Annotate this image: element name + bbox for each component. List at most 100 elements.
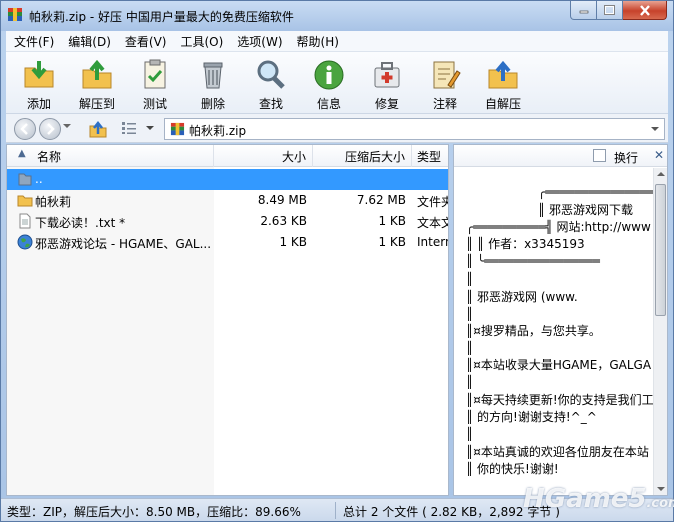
find-button[interactable]: 查找 bbox=[242, 52, 300, 112]
repair-button[interactable]: 修复 bbox=[358, 52, 416, 112]
internet-shortcut-icon bbox=[17, 234, 33, 250]
extract-to-button[interactable]: 解压到 bbox=[68, 52, 126, 112]
menu-bar: 文件(F) 编辑(D) 查看(V) 工具(O) 选项(W) 帮助(H) bbox=[6, 31, 668, 52]
file-row-folder[interactable]: 帕秋莉 8.49 MB 7.62 MB 文件夹 bbox=[7, 190, 448, 211]
file-size: 8.49 MB bbox=[257, 193, 307, 207]
view-mode-icon[interactable] bbox=[121, 121, 137, 135]
find-icon bbox=[257, 60, 285, 89]
app-window: 帕秋莉.zip - 好压 中国用户量最大的免费压缩软件 文件(F) 编辑(D) … bbox=[0, 0, 674, 522]
scroll-up-icon[interactable] bbox=[657, 172, 665, 176]
file-name: .. bbox=[35, 172, 43, 186]
file-compressed-size: 1 KB bbox=[378, 214, 406, 228]
address-bar: 帕秋莉.zip bbox=[6, 114, 668, 143]
extract-label: 解压到 bbox=[78, 97, 115, 111]
site-watermark: HGame5.com bbox=[523, 484, 674, 514]
file-type: Internet bbox=[417, 235, 448, 249]
comment-icon bbox=[433, 61, 461, 89]
minimize-icon bbox=[579, 10, 588, 14]
column-type[interactable]: 类型 bbox=[412, 145, 448, 167]
menu-view[interactable]: 查看(V) bbox=[118, 33, 174, 50]
preview-line: ║ 的方向!谢谢支持!^_^ bbox=[466, 410, 597, 424]
preview-line: ║ bbox=[466, 307, 474, 321]
status-separator bbox=[335, 502, 336, 519]
arrow-right-icon bbox=[47, 123, 55, 135]
close-icon bbox=[639, 4, 650, 16]
file-size: 2.63 KB bbox=[260, 214, 307, 228]
preview-line: ║ ╰════════════════ bbox=[466, 254, 600, 268]
history-dropdown-icon[interactable] bbox=[63, 124, 71, 128]
preview-line: ║¤本站收录大量HGAME，GALGA bbox=[466, 358, 652, 372]
view-dropdown-icon[interactable] bbox=[146, 126, 154, 130]
preview-line: ║ bbox=[466, 427, 474, 441]
sfx-button[interactable]: 自解压 bbox=[474, 52, 532, 112]
info-button[interactable]: 信息 bbox=[300, 52, 358, 112]
repair-label: 修复 bbox=[374, 97, 399, 111]
delete-label: 删除 bbox=[200, 97, 225, 111]
up-folder-icon[interactable] bbox=[88, 119, 108, 139]
haozip-app-icon bbox=[8, 8, 22, 21]
zip-archive-icon bbox=[170, 122, 185, 136]
close-button[interactable] bbox=[623, 1, 667, 20]
test-button[interactable]: 测试 bbox=[126, 52, 184, 112]
menu-help[interactable]: 帮助(H) bbox=[290, 33, 346, 50]
comment-preview-pane: 换行 ✕ ╭════════════════ ║ 邪恶游戏网下载 ╭══════… bbox=[453, 144, 668, 496]
address-dropdown-icon[interactable] bbox=[651, 127, 659, 131]
find-label: 查找 bbox=[258, 97, 283, 111]
title-bar[interactable]: 帕秋莉.zip - 好压 中国用户量最大的免费压缩软件 bbox=[1, 1, 673, 31]
sfx-icon bbox=[488, 60, 518, 89]
delete-icon bbox=[203, 62, 223, 89]
preview-line: ╭════════════════ bbox=[538, 185, 653, 199]
column-size[interactable]: 大小 bbox=[214, 145, 313, 167]
column-name[interactable]: 名称 bbox=[7, 145, 214, 167]
file-name: 下载必读！.txt * bbox=[35, 216, 126, 230]
file-row-shortcut[interactable]: 邪恶游戏论坛 - HGAME、GAL... 1 KB 1 KB Internet bbox=[7, 232, 448, 253]
main-toolbar: 添加 解压到 测试 删除 查找 信息 修复 注释 自解压 bbox=[6, 52, 668, 114]
extract-icon bbox=[82, 59, 112, 89]
info-icon bbox=[314, 60, 344, 90]
file-name: 帕秋莉 bbox=[35, 195, 72, 209]
address-field[interactable]: 帕秋莉.zip bbox=[164, 118, 665, 140]
window-title: 帕秋莉.zip - 好压 中国用户量最大的免费压缩软件 bbox=[29, 10, 294, 24]
menu-edit[interactable]: 编辑(D) bbox=[61, 33, 118, 50]
info-label: 信息 bbox=[316, 97, 341, 111]
add-button[interactable]: 添加 bbox=[10, 52, 68, 112]
comment-label: 注释 bbox=[432, 97, 457, 111]
preview-text: ╭════════════════ ║ 邪恶游戏网下载 ╭══════════╣… bbox=[454, 168, 653, 495]
add-icon bbox=[24, 61, 54, 88]
menu-tools[interactable]: 工具(O) bbox=[173, 33, 230, 50]
preview-line: ║¤本站真诚的欢迎各位朋友在本站 bbox=[466, 445, 649, 459]
comment-button[interactable]: 注释 bbox=[416, 52, 474, 112]
column-compressed-size[interactable]: 压缩后大小 bbox=[313, 145, 412, 167]
preview-header: 换行 ✕ bbox=[454, 145, 667, 167]
file-list-header: ▲ 名称 大小 压缩后大小 类型 bbox=[7, 145, 448, 167]
menu-options[interactable]: 选项(W) bbox=[230, 33, 289, 50]
preview-line: ║¤每天持续更新!你的支持是我们工 bbox=[466, 393, 653, 407]
maximize-button[interactable] bbox=[597, 1, 623, 20]
minimize-button[interactable] bbox=[570, 1, 597, 20]
back-button[interactable] bbox=[14, 118, 36, 140]
file-type: 文本文 bbox=[417, 216, 448, 230]
menu-file[interactable]: 文件(F) bbox=[6, 33, 61, 50]
file-name: 邪恶游戏论坛 - HGAME、GAL... bbox=[35, 237, 212, 251]
add-label: 添加 bbox=[26, 97, 51, 111]
wrap-checkbox[interactable] bbox=[593, 149, 606, 162]
file-row-text[interactable]: 下载必读！.txt * 2.63 KB 1 KB 文本文 bbox=[7, 211, 448, 232]
file-rows: .. 帕秋莉 8.49 MB 7.62 MB 文件夹 下载必读！.txt * 2… bbox=[7, 169, 448, 253]
delete-button[interactable]: 删除 bbox=[184, 52, 242, 112]
preview-line: ║ bbox=[466, 341, 474, 355]
close-preview-icon[interactable]: ✕ bbox=[654, 148, 664, 162]
preview-line: ║¤搜罗精品，与您共享。 bbox=[466, 324, 601, 338]
scroll-thumb[interactable] bbox=[655, 184, 666, 316]
sfx-label: 自解压 bbox=[484, 97, 521, 111]
file-list-pane: ▲ 名称 大小 压缩后大小 类型 .. 帕秋莉 8.49 MB 7.62 MB … bbox=[6, 144, 449, 496]
file-row-parent[interactable]: .. bbox=[7, 169, 448, 190]
preview-line: ║ bbox=[466, 375, 474, 389]
preview-line: ║ bbox=[466, 272, 474, 286]
preview-line: ║ 邪恶游戏网 (www. bbox=[466, 290, 578, 304]
preview-scrollbar[interactable] bbox=[653, 168, 667, 495]
archive-info-status: 类型：ZIP，解压后大小：8.50 MB，压缩比：89.66% bbox=[7, 505, 301, 519]
forward-button[interactable] bbox=[39, 118, 61, 140]
wrap-label: 换行 bbox=[614, 151, 639, 165]
preview-line: ╭══════════╣ 网站:http://www bbox=[466, 220, 651, 234]
parent-folder-icon bbox=[18, 173, 32, 186]
